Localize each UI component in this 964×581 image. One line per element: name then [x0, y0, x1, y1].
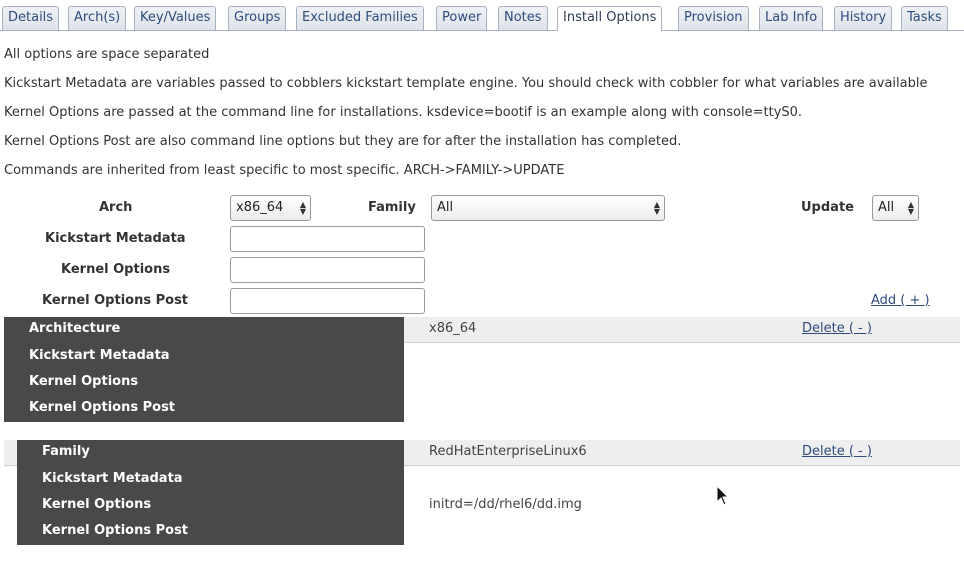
note-space-separated: All options are space separated — [4, 47, 210, 62]
arch-delete-link[interactable]: Delete ( - ) — [802, 321, 872, 336]
note-kickstart-metadata: Kickstart Metadata are variables passed … — [4, 76, 928, 91]
ks-meta-input[interactable] — [230, 226, 425, 252]
family-delete-link[interactable]: Delete ( - ) — [802, 444, 872, 459]
kernel-options-label: Kernel Options — [61, 262, 171, 277]
family-ks-meta-label: Kickstart Metadata — [42, 471, 183, 486]
tab-notes[interactable]: Notes — [498, 6, 548, 30]
family-kernel-options-label: Kernel Options — [42, 497, 152, 512]
tab-details[interactable]: Details — [2, 6, 60, 30]
tab-history[interactable]: History — [834, 6, 893, 30]
arch-select[interactable]: x86_64 ▲ ▼ — [230, 195, 311, 221]
mouse-pointer-icon — [716, 485, 730, 506]
tab-install-options[interactable]: Install Options — [557, 6, 663, 31]
ks-meta-label: Kickstart Metadata — [45, 231, 186, 246]
tab-groups[interactable]: Groups — [228, 6, 287, 30]
update-select-value: All — [878, 200, 895, 215]
note-inheritance: Commands are inherited from least specif… — [4, 163, 565, 178]
family-kernel-options-value: initrd=/dd/rhel6/dd.img — [429, 497, 582, 512]
kernel-options-post-label: Kernel Options Post — [42, 293, 189, 308]
note-kernel-options-post: Kernel Options Post are also command lin… — [4, 134, 682, 149]
kernel-options-input[interactable] — [230, 257, 425, 283]
tab-tasks[interactable]: Tasks — [901, 6, 948, 30]
family-select[interactable]: All ▲ ▼ — [431, 195, 665, 221]
update-label: Update — [801, 200, 854, 215]
family-select-value: All — [437, 200, 454, 215]
arch-ks-meta-label: Kickstart Metadata — [29, 348, 170, 363]
tab-archs[interactable]: Arch(s) — [68, 6, 127, 30]
family-label: Family — [368, 200, 416, 215]
note-kernel-options: Kernel Options are passed at the command… — [4, 105, 803, 120]
update-select[interactable]: All ▲ ▼ — [872, 195, 919, 221]
add-option-link[interactable]: Add ( + ) — [871, 293, 930, 308]
updown-arrows-icon: ▲ ▼ — [907, 200, 915, 216]
tab-bar: Details Arch(s) Key/Values Groups Exclud… — [0, 6, 964, 31]
tab-provision[interactable]: Provision — [678, 6, 749, 30]
updown-arrows-icon: ▲ ▼ — [653, 200, 661, 216]
family-section-value: RedHatEnterpriseLinux6 — [429, 444, 587, 459]
tab-key-values[interactable]: Key/Values — [134, 6, 217, 30]
arch-section-value: x86_64 — [429, 321, 477, 336]
tab-lab-info[interactable]: Lab Info — [759, 6, 824, 30]
arch-kernel-options-label: Kernel Options — [29, 374, 139, 389]
tab-excluded-families[interactable]: Excluded Families — [296, 6, 424, 30]
tab-power[interactable]: Power — [436, 6, 488, 30]
arch-label: Arch — [99, 200, 133, 215]
arch-select-value: x86_64 — [236, 200, 284, 215]
arch-section-title: Architecture — [29, 321, 121, 336]
updown-arrows-icon: ▲ ▼ — [299, 200, 307, 216]
family-kernel-options-post-label: Kernel Options Post — [42, 523, 189, 538]
arch-kernel-options-post-label: Kernel Options Post — [29, 400, 176, 415]
kernel-options-post-input[interactable] — [230, 288, 425, 314]
family-section-title: Family — [42, 444, 90, 459]
